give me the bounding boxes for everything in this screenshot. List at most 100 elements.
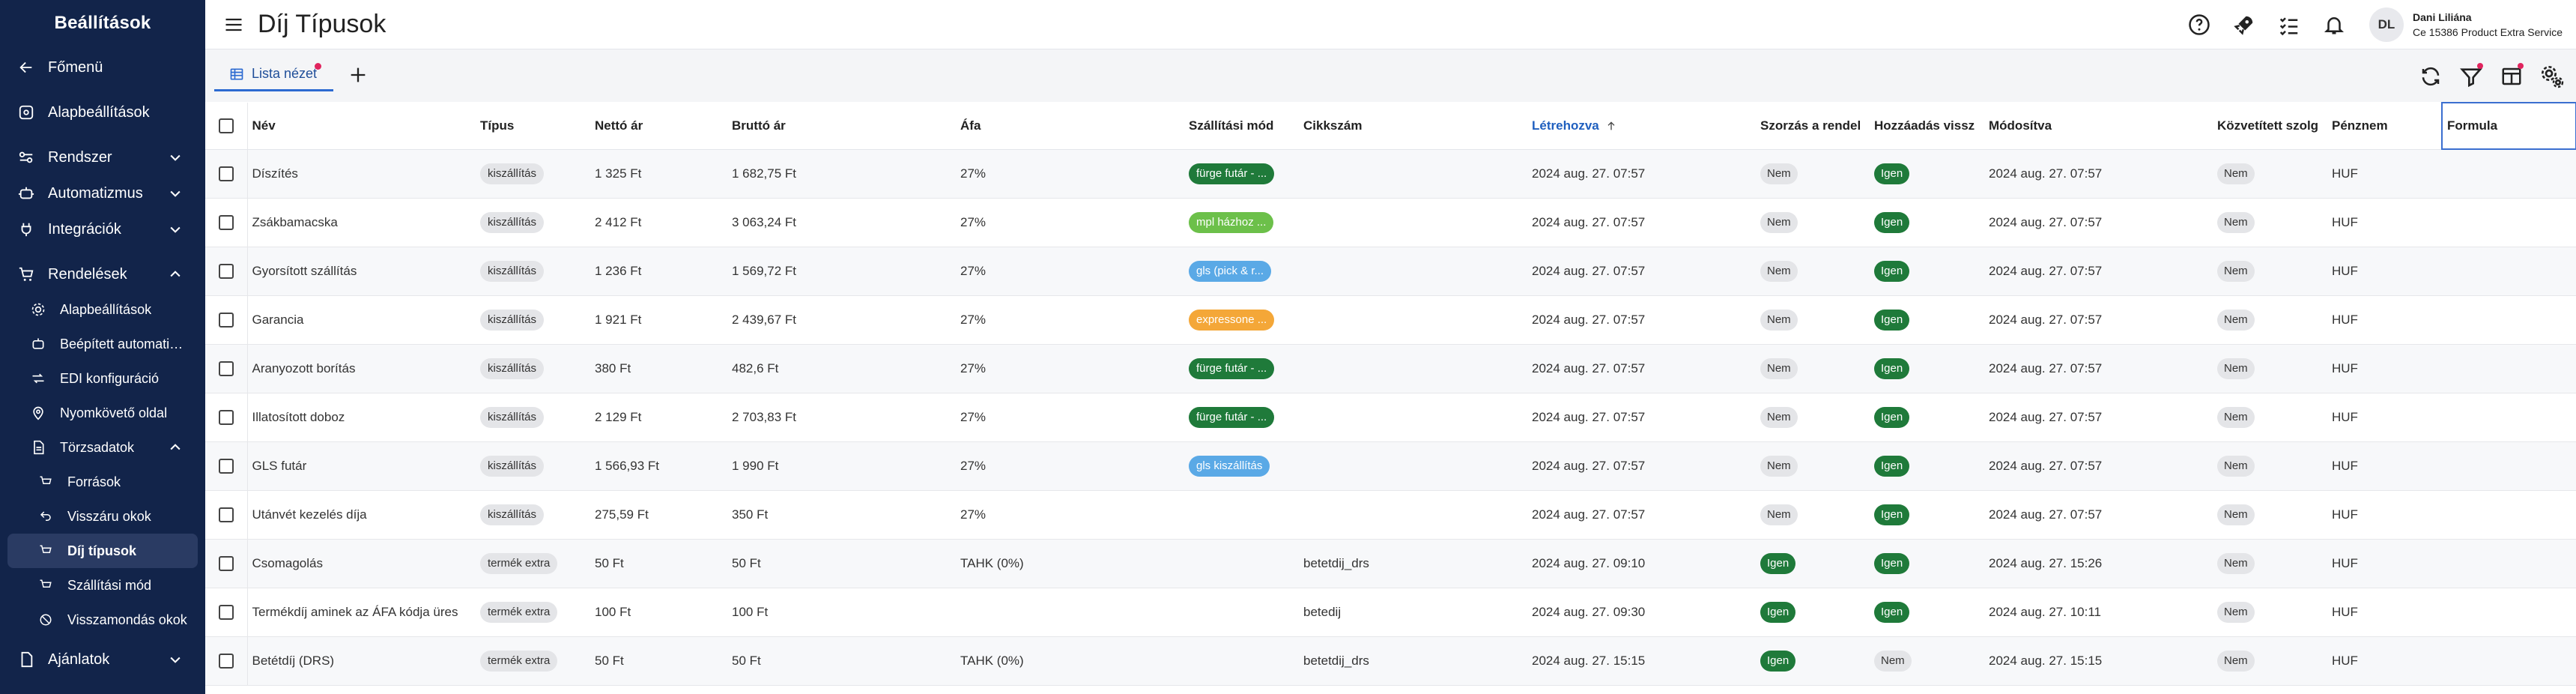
row-checkbox[interactable] xyxy=(218,263,234,279)
cell-net-price: 1 325 Ft xyxy=(595,166,642,181)
cell-vat: 27% xyxy=(960,360,987,375)
row-checkbox[interactable] xyxy=(218,360,234,376)
column-header-multiply[interactable]: Szorzás a rendel xyxy=(1756,103,1870,150)
sidebar-item-basic-settings[interactable]: Alapbeállítások xyxy=(0,94,205,130)
robot-icon xyxy=(30,336,46,352)
sidebar-item-system[interactable]: Rendszer xyxy=(0,139,205,175)
cell-currency: HUF xyxy=(2332,458,2358,473)
sidebar-subitem-master-data[interactable]: Törzsadatok xyxy=(0,430,205,465)
column-header-created[interactable]: Létrehozva xyxy=(1527,103,1756,150)
cell-name: Díszítés xyxy=(252,166,298,181)
row-checkbox[interactable] xyxy=(218,555,234,571)
rocket-icon[interactable] xyxy=(2230,10,2258,39)
column-header-add-return[interactable]: Hozzáadás vissz xyxy=(1870,103,1984,150)
tab-list-view[interactable]: Lista nézet xyxy=(214,58,334,91)
table-row[interactable]: Betétdíj (DRS) termék extra 50 Ft 50 Ft TAHK… xyxy=(205,636,2576,685)
cell-sku xyxy=(1299,393,1527,441)
table-row[interactable]: Díszítés kiszállítás 1 325 Ft 1 682,75 Ft 27… xyxy=(205,149,2576,198)
column-header-mediated-service[interactable]: Közvetített szolg xyxy=(2213,103,2327,150)
checklist-icon[interactable] xyxy=(2275,10,2303,39)
sidebar-subitem-sources[interactable]: Források xyxy=(0,465,205,499)
column-header-type[interactable]: Típus xyxy=(476,103,590,150)
bell-icon[interactable] xyxy=(2320,10,2348,39)
type-chip: kiszállítás xyxy=(480,357,545,379)
column-header-gross-price[interactable]: Bruttó ár xyxy=(727,103,956,150)
cell-formula xyxy=(2442,539,2576,588)
table-row[interactable]: Utánvét kezelés díja kiszállítás 275,59 Ft… xyxy=(205,490,2576,539)
row-checkbox[interactable] xyxy=(218,166,234,181)
table-row[interactable]: Garancia kiszállítás 1 921 Ft 2 439,67 Ft 27… xyxy=(205,295,2576,344)
table-row[interactable]: Aranyozott borítás kiszállítás 380 Ft 482,6… xyxy=(205,344,2576,393)
sidebar-subitem-return-reasons[interactable]: Visszáru okok xyxy=(0,499,205,534)
column-header-name[interactable]: Név xyxy=(247,103,476,150)
sidebar-item-label: Integrációk xyxy=(48,220,121,238)
table-row[interactable]: Zsákbamacska kiszállítás 2 412 Ft 3 063,24 … xyxy=(205,198,2576,247)
help-icon[interactable] xyxy=(2185,10,2213,39)
user-info[interactable]: Dani Liliána Ce 15386 Product Extra Serv… xyxy=(2413,10,2563,40)
sidebar-item-orders[interactable]: Rendelések xyxy=(0,256,205,292)
columns-icon[interactable] xyxy=(2497,61,2527,91)
row-checkbox[interactable] xyxy=(218,604,234,620)
row-checkbox[interactable] xyxy=(218,507,234,522)
row-select-cell xyxy=(205,636,248,685)
cell-name: GLS futár xyxy=(252,458,307,473)
cell-modified: 2024 aug. 27. 07:57 xyxy=(1989,409,2103,424)
cell-shipping-method xyxy=(1184,636,1299,685)
sidebar-item-automation[interactable]: Automatizmus xyxy=(0,175,205,211)
hamburger-menu-icon[interactable] xyxy=(219,10,249,40)
column-header-formula[interactable]: Formula xyxy=(2441,102,2576,150)
cell-created: 2024 aug. 27. 07:57 xyxy=(1532,360,1646,375)
sidebar-item-offers[interactable]: Ajánlatok xyxy=(0,642,205,678)
table-row[interactable]: Illatosított doboz kiszállítás 2 129 Ft 2 7… xyxy=(205,393,2576,441)
cell-sku xyxy=(1299,149,1527,198)
add-chip: Igen xyxy=(1874,163,1910,184)
avatar[interactable]: DL xyxy=(2369,7,2404,42)
row-checkbox[interactable] xyxy=(218,214,234,230)
sidebar-subitem-tracking[interactable]: Nyomkövető oldal xyxy=(0,396,205,430)
row-checkbox[interactable] xyxy=(218,458,234,474)
column-header-vat[interactable]: Áfa xyxy=(956,103,1184,150)
sidebar-item-integrations[interactable]: Integrációk xyxy=(0,211,205,247)
add-tab-button[interactable] xyxy=(343,60,373,90)
sidebar-subitem-shipping-method[interactable]: Szállítási mód xyxy=(0,568,205,603)
select-all-checkbox[interactable] xyxy=(218,118,234,133)
row-checkbox[interactable] xyxy=(218,653,234,669)
sidebar-subitem-cancel-reasons[interactable]: Visszamondás okok xyxy=(0,603,205,637)
refresh-icon[interactable] xyxy=(2416,61,2446,91)
cell-type: kiszállítás xyxy=(476,247,590,295)
mediated-chip: Nem xyxy=(2217,309,2255,331)
sidebar-subitem-edi[interactable]: EDI konfiguráció xyxy=(0,361,205,396)
cell-name: Zsákbamacska xyxy=(252,214,338,229)
table-row[interactable]: GLS futár kiszállítás 1 566,93 Ft 1 990 Ft 2… xyxy=(205,441,2576,490)
cell-net-price: 2 412 Ft xyxy=(595,214,642,229)
column-header-sku[interactable]: Cikkszám xyxy=(1299,103,1527,150)
cell-multiply: Nem xyxy=(1756,247,1870,295)
cell-mediated-service: Nem xyxy=(2213,441,2327,490)
row-checkbox[interactable] xyxy=(218,409,234,425)
cell-multiply: Nem xyxy=(1756,393,1870,441)
sidebar-subitem-basic-settings[interactable]: Alapbeállítások xyxy=(0,292,205,327)
cell-net-price: 50 Ft xyxy=(595,653,624,668)
cell-currency: HUF xyxy=(2332,312,2358,327)
table-row[interactable]: Gyorsított szállítás kiszállítás 1 236 Ft 1… xyxy=(205,247,2576,295)
table-row[interactable]: Csomagolás termék extra 50 Ft 50 Ft TAHK (0%… xyxy=(205,539,2576,588)
column-header-currency[interactable]: Pénznem xyxy=(2327,103,2442,150)
cart-icon xyxy=(16,265,36,284)
column-header-shipping-method[interactable]: Szállítási mód xyxy=(1184,103,1299,150)
row-checkbox[interactable] xyxy=(218,312,234,328)
sidebar-item-main-menu[interactable]: Főmenü xyxy=(0,49,205,85)
column-header-net-price[interactable]: Nettó ár xyxy=(590,103,727,150)
table-row[interactable]: Termékdíj aminek az ÁFA kódja üres termék… xyxy=(205,588,2576,636)
column-header-modified[interactable]: Módosítva xyxy=(1984,103,2213,150)
cell-add-return: Igen xyxy=(1870,539,1984,588)
cell-formula xyxy=(2442,198,2576,247)
mult-chip: Nem xyxy=(1760,211,1798,233)
cell-net-price: 275,59 Ft xyxy=(595,507,649,522)
sidebar-subitem-fee-types[interactable]: Díj típusok xyxy=(7,534,198,568)
shipping-method-chip: fürge futár - ... xyxy=(1189,163,1275,184)
filter-icon[interactable] xyxy=(2456,61,2486,91)
settings-gears-icon[interactable] xyxy=(2537,61,2567,91)
cell-created: 2024 aug. 27. 07:57 xyxy=(1532,458,1646,473)
sidebar-subitem-builtin-automation[interactable]: Beépített automatizmusok xyxy=(0,327,205,361)
cell-formula xyxy=(2442,441,2576,490)
